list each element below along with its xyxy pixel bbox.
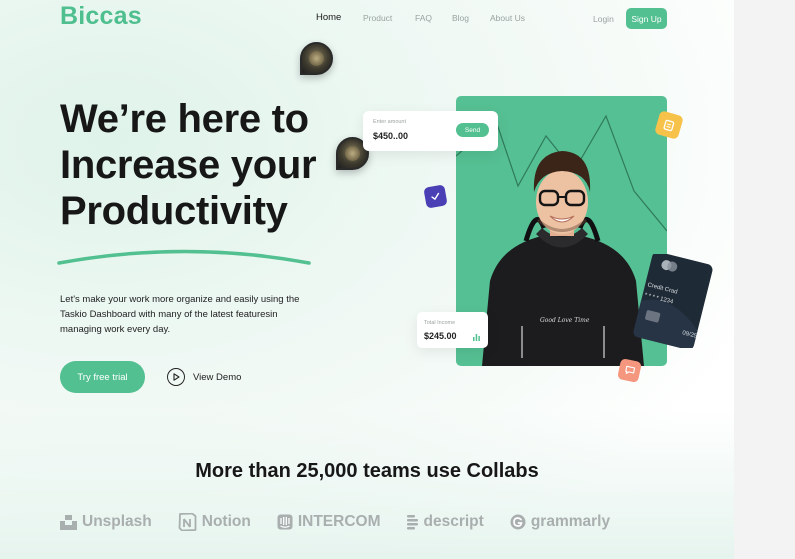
nav-blog[interactable]: Blog bbox=[452, 13, 469, 23]
landing-page: Biccas Home Product FAQ Blog About Us Lo… bbox=[0, 0, 734, 559]
grammarly-icon bbox=[510, 514, 526, 530]
amount-value[interactable]: $450..00 bbox=[373, 131, 408, 141]
bar-chart-icon bbox=[473, 334, 480, 341]
partner-notion: Notion bbox=[178, 513, 251, 531]
partner-intercom: INTERCOM bbox=[277, 513, 381, 531]
income-card: Total Income $245.00 bbox=[417, 312, 488, 348]
partner-name: descript bbox=[423, 513, 484, 530]
headline-line: Increase your bbox=[60, 143, 317, 187]
partner-name: Notion bbox=[201, 513, 251, 530]
unsplash-icon bbox=[60, 514, 77, 530]
hero-headline: We’re here to Increase your Productivity bbox=[60, 96, 317, 234]
avatar-bubble bbox=[300, 42, 333, 75]
descript-icon bbox=[406, 514, 419, 530]
svg-text:Good Love Time: Good Love Time bbox=[540, 317, 590, 324]
partner-name: Unsplash bbox=[82, 513, 152, 530]
amount-card: Enter amount $450..00 Send bbox=[363, 111, 498, 151]
view-demo-label: View Demo bbox=[193, 371, 242, 383]
headline-line: We’re here to bbox=[60, 97, 309, 141]
partner-descript: descript bbox=[406, 513, 484, 531]
credit-card: Credit Crad * * * * 1234 09/25 bbox=[630, 254, 717, 348]
nav-faq[interactable]: FAQ bbox=[415, 13, 432, 23]
check-badge bbox=[423, 184, 448, 209]
partner-grammarly: grammarly bbox=[510, 513, 610, 531]
intercom-icon bbox=[277, 514, 293, 530]
try-free-trial-button[interactable]: Try free trial bbox=[60, 361, 145, 393]
hero-description: Let's make your work more organize and e… bbox=[60, 294, 300, 335]
nav-product[interactable]: Product bbox=[363, 13, 392, 23]
play-icon bbox=[167, 368, 185, 386]
nav-about-us[interactable]: About Us bbox=[490, 13, 525, 23]
partner-logos: Unsplash Notion INTERCOM descript gramma… bbox=[60, 513, 610, 531]
income-label: Total Income bbox=[424, 320, 456, 326]
send-button[interactable]: Send bbox=[456, 123, 489, 137]
headline-underline bbox=[57, 249, 311, 265]
partner-unsplash: Unsplash bbox=[60, 513, 152, 531]
signup-button[interactable]: Sign Up bbox=[626, 8, 667, 29]
login-link[interactable]: Login bbox=[593, 14, 614, 24]
message-badge bbox=[617, 358, 642, 383]
message-icon bbox=[624, 365, 635, 374]
check-icon bbox=[431, 192, 440, 201]
nav-home[interactable]: Home bbox=[316, 12, 341, 23]
amount-label: Enter amount bbox=[373, 119, 407, 125]
partner-name: INTERCOM bbox=[297, 513, 381, 530]
partner-name: grammarly bbox=[530, 513, 611, 530]
brand-logo[interactable]: Biccas bbox=[60, 2, 142, 31]
headline-line: Productivity bbox=[60, 189, 288, 233]
notion-icon bbox=[178, 513, 197, 531]
view-demo-button[interactable]: View Demo bbox=[167, 368, 241, 386]
document-icon bbox=[663, 119, 675, 131]
income-value: $245.00 bbox=[424, 331, 457, 341]
credit-card-shape bbox=[633, 254, 713, 348]
teams-heading: More than 25,000 teams use Collabs bbox=[195, 460, 539, 482]
